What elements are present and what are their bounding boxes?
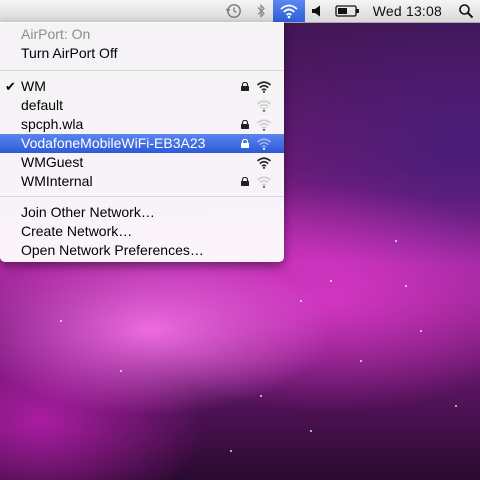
network-name: spcph.wla	[21, 116, 84, 132]
star	[360, 360, 362, 362]
star	[330, 280, 332, 282]
lock-icon	[241, 120, 249, 129]
airport-menu: AirPort: On Turn AirPort Off ✔ WM defaul…	[0, 22, 284, 262]
wifi-signal-icon	[256, 100, 272, 112]
menu-bar-clock[interactable]: Wed 13:08	[367, 3, 452, 19]
star	[405, 285, 407, 287]
turn-airport-off-item[interactable]: Turn AirPort Off	[0, 44, 284, 63]
star	[420, 330, 422, 332]
join-other-network-item[interactable]: Join Other Network…	[0, 203, 284, 222]
menu-separator	[0, 70, 284, 71]
star	[60, 320, 62, 322]
wifi-signal-icon	[256, 119, 272, 131]
star	[455, 405, 457, 407]
lock-icon	[241, 82, 249, 91]
network-item-wminternal[interactable]: WMInternal	[0, 172, 284, 191]
network-item-default[interactable]: default	[0, 96, 284, 115]
volume-icon[interactable]	[305, 0, 329, 22]
star	[120, 370, 122, 372]
join-other-network-label: Join Other Network…	[21, 204, 155, 220]
spotlight-icon[interactable]	[452, 0, 480, 22]
network-name: WMGuest	[21, 154, 84, 170]
wifi-signal-icon	[256, 138, 272, 150]
wifi-icon[interactable]	[272, 0, 305, 22]
network-name: WM	[21, 78, 46, 94]
airport-status-label: AirPort: On	[21, 26, 91, 42]
star	[310, 430, 312, 432]
create-network-item[interactable]: Create Network…	[0, 222, 284, 241]
menu-separator	[0, 196, 284, 197]
star	[300, 300, 302, 302]
open-network-preferences-item[interactable]: Open Network Preferences…	[0, 241, 284, 260]
network-item-wm[interactable]: ✔ WM	[0, 77, 284, 96]
network-name: VodafoneMobileWiFi-EB3A23	[21, 135, 206, 151]
network-name: default	[21, 97, 64, 113]
network-item-spcph[interactable]: spcph.wla	[0, 115, 284, 134]
menu-bar: Wed 13:08	[0, 0, 480, 23]
network-item-vodafone[interactable]: VodafoneMobileWiFi-EB3A23	[0, 134, 284, 153]
lock-icon	[241, 177, 249, 186]
star	[230, 450, 232, 452]
turn-airport-off-label: Turn AirPort Off	[21, 45, 118, 61]
checkmark-icon: ✔	[5, 79, 16, 94]
bluetooth-icon[interactable]	[249, 0, 273, 22]
wifi-signal-icon	[256, 81, 272, 93]
star	[395, 240, 397, 242]
network-name: WMInternal	[21, 173, 93, 189]
network-item-wmguest[interactable]: WMGuest	[0, 153, 284, 172]
airport-status: AirPort: On	[0, 25, 284, 44]
create-network-label: Create Network…	[21, 223, 133, 239]
time-machine-icon[interactable]	[219, 0, 249, 22]
wifi-signal-icon	[256, 176, 272, 188]
star	[260, 395, 262, 397]
battery-icon[interactable]	[329, 0, 367, 22]
wifi-signal-icon	[256, 157, 272, 169]
lock-icon	[241, 139, 249, 148]
open-network-preferences-label: Open Network Preferences…	[21, 242, 204, 258]
